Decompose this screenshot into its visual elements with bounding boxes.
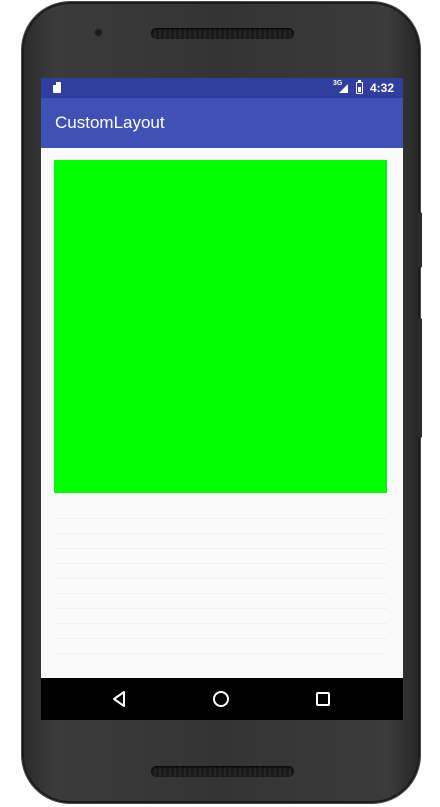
home-button[interactable] bbox=[211, 689, 231, 709]
sd-card-icon bbox=[53, 82, 61, 93]
app-title: CustomLayout bbox=[55, 113, 165, 132]
app-bar: CustomLayout bbox=[41, 98, 403, 148]
back-button[interactable] bbox=[109, 689, 129, 709]
earpiece-speaker bbox=[151, 28, 294, 39]
recents-icon bbox=[316, 692, 330, 706]
empty-layout-area bbox=[54, 508, 387, 668]
status-time: 4:32 bbox=[370, 81, 395, 95]
front-camera-icon bbox=[94, 28, 103, 37]
bottom-speaker bbox=[151, 766, 294, 777]
custom-view[interactable] bbox=[54, 160, 387, 493]
screen: 3G 4:32 CustomLayout bbox=[41, 78, 403, 720]
power-button[interactable] bbox=[418, 212, 422, 268]
content-area bbox=[41, 148, 403, 678]
battery-icon bbox=[356, 80, 363, 94]
navigation-bar bbox=[41, 678, 403, 720]
signal-icon bbox=[339, 84, 348, 93]
recents-button[interactable] bbox=[313, 689, 333, 709]
status-bar: 3G 4:32 bbox=[41, 78, 403, 98]
volume-rocker[interactable] bbox=[418, 318, 422, 438]
home-icon bbox=[213, 691, 229, 707]
back-icon bbox=[113, 691, 125, 707]
